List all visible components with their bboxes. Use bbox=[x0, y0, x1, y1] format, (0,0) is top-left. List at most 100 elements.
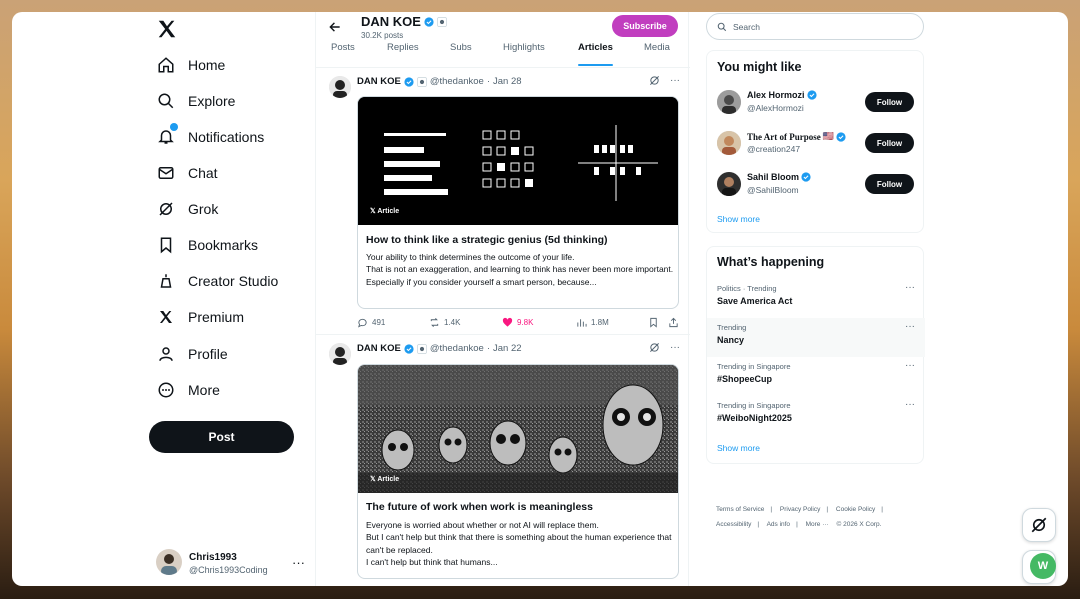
nav-chat[interactable]: Chat bbox=[156, 158, 218, 188]
follow-suggestion[interactable]: Alex Hormozi @AlexHormozi Follow bbox=[717, 89, 917, 117]
grok-icon[interactable] bbox=[649, 75, 660, 89]
nav-more[interactable]: More bbox=[156, 375, 220, 405]
more-dots-icon[interactable]: ··· bbox=[905, 321, 915, 332]
suggestion-name[interactable]: Sahil Bloom bbox=[747, 172, 799, 182]
repost-button[interactable]: 1.4K bbox=[429, 317, 460, 328]
nav-home[interactable]: Home bbox=[156, 50, 225, 80]
footer-link[interactable]: More ··· bbox=[806, 521, 829, 528]
left-nav: Home Explore Notifications Chat Grok Boo… bbox=[148, 12, 318, 586]
nav-bookmarks[interactable]: Bookmarks bbox=[156, 230, 258, 260]
avatar[interactable] bbox=[717, 131, 741, 155]
tweet-article[interactable]: DAN KOE @thedankoe · Jan 22 ··· 𝕏 Articl… bbox=[316, 336, 690, 586]
nav-label: Notifications bbox=[188, 129, 265, 145]
trend-context: Trending in Singapore bbox=[717, 401, 791, 410]
search-input[interactable]: Search bbox=[706, 13, 924, 40]
tab-media[interactable]: Media bbox=[644, 42, 670, 66]
panel-title: What’s happening bbox=[717, 255, 825, 269]
show-more-link[interactable]: Show more bbox=[717, 214, 760, 224]
grok-float-button[interactable] bbox=[1022, 508, 1056, 542]
copyright: © 2026 X Corp. bbox=[836, 521, 882, 528]
nav-notifications[interactable]: Notifications bbox=[156, 122, 264, 152]
share-button[interactable] bbox=[668, 317, 679, 328]
verified-icon bbox=[404, 343, 414, 354]
post-button[interactable]: Post bbox=[149, 421, 294, 453]
subscribe-button[interactable]: Subscribe bbox=[612, 15, 678, 37]
notification-badge bbox=[170, 123, 178, 131]
avatar[interactable] bbox=[329, 343, 351, 365]
views-button[interactable]: 1.8M bbox=[576, 317, 609, 328]
trend-item[interactable]: Trending Nancy ··· bbox=[707, 318, 925, 357]
tweet-date[interactable]: Jan 22 bbox=[493, 343, 522, 354]
back-arrow-icon[interactable] bbox=[328, 20, 342, 37]
article-card[interactable]: 𝕏 Article How to think like a strategic … bbox=[357, 96, 679, 309]
bookmark-icon bbox=[650, 317, 657, 328]
excerpt-line: Everyone is worried about whether or not… bbox=[366, 520, 599, 530]
footer-link[interactable]: Ads info bbox=[767, 521, 791, 528]
follow-button[interactable]: Follow bbox=[865, 133, 914, 153]
more-dots-icon[interactable]: ··· bbox=[905, 399, 915, 410]
reply-button[interactable]: 491 bbox=[357, 317, 385, 328]
tab-subs[interactable]: Subs bbox=[450, 42, 472, 66]
trend-item[interactable]: Trending in Singapore #ShopeeCup ··· bbox=[707, 357, 925, 396]
follow-suggestion[interactable]: Sahil Bloom @SahilBloom Follow bbox=[717, 171, 917, 199]
article-card[interactable]: 𝕏 Article The future of work when work i… bbox=[357, 364, 679, 579]
more-dots-icon[interactable]: ··· bbox=[905, 360, 915, 371]
avatar[interactable] bbox=[717, 172, 741, 196]
bell-icon bbox=[156, 123, 178, 147]
author-handle: @thedankoe bbox=[429, 76, 484, 87]
more-dots-icon[interactable]: ··· bbox=[292, 555, 305, 570]
trend-context: Trending in Singapore bbox=[717, 362, 791, 371]
tweet-article[interactable]: DAN KOE @thedankoe · Jan 28 ··· 𝕏 Articl… bbox=[316, 69, 690, 335]
nav-profile[interactable]: Profile bbox=[156, 339, 228, 369]
footer-link[interactable]: Terms of Service bbox=[716, 506, 764, 513]
profile-name: DAN KOE bbox=[361, 14, 421, 29]
tab-highlights[interactable]: Highlights bbox=[503, 42, 545, 66]
verified-icon bbox=[424, 16, 434, 27]
grok-icon[interactable] bbox=[649, 342, 660, 356]
suggestion-name[interactable]: The Art of Purpose bbox=[747, 132, 821, 142]
more-dots-icon[interactable]: ··· bbox=[670, 342, 680, 356]
repost-count: 1.4K bbox=[444, 318, 461, 327]
suggestion-handle: @AlexHormozi bbox=[747, 103, 804, 113]
footer-link[interactable]: Cookie Policy bbox=[836, 506, 875, 513]
excerpt-line: Your ability to think determines the out… bbox=[366, 252, 575, 262]
suggestion-name-row: Alex Hormozi bbox=[747, 90, 817, 100]
dot-separator: · bbox=[486, 343, 491, 354]
tweet-date[interactable]: Jan 28 bbox=[493, 76, 522, 87]
tab-replies[interactable]: Replies bbox=[387, 42, 419, 66]
article-tag: 𝕏 Article bbox=[370, 476, 400, 483]
author-name[interactable]: DAN KOE bbox=[357, 343, 401, 354]
show-more-link[interactable]: Show more bbox=[717, 443, 760, 453]
bookmark-button[interactable] bbox=[648, 317, 659, 328]
extension-badge-icon[interactable]: W bbox=[1030, 553, 1056, 579]
suggestion-name[interactable]: Alex Hormozi bbox=[747, 90, 805, 100]
author-name[interactable]: DAN KOE bbox=[357, 76, 401, 87]
article-title: How to think like a strategic genius (5d… bbox=[366, 234, 608, 246]
avatar[interactable] bbox=[717, 90, 741, 114]
footer-link[interactable]: Privacy Policy bbox=[780, 506, 820, 513]
follow-button[interactable]: Follow bbox=[865, 92, 914, 112]
x-logo-icon[interactable] bbox=[156, 18, 182, 44]
nav-premium[interactable]: Premium bbox=[156, 302, 244, 332]
follow-suggestion[interactable]: The Art of Purpose 🇺🇸 @creation247 Follow bbox=[717, 130, 917, 158]
tab-articles[interactable]: Articles bbox=[578, 42, 613, 66]
more-dots-icon[interactable]: ··· bbox=[670, 75, 680, 89]
like-button[interactable]: 9.8K bbox=[502, 317, 533, 328]
tweet-header: DAN KOE @thedankoe · Jan 22 bbox=[357, 343, 522, 354]
more-dots-icon[interactable]: ··· bbox=[905, 282, 915, 293]
grok-icon bbox=[1031, 517, 1047, 533]
footer-link[interactable]: Accessibility bbox=[716, 521, 751, 528]
nav-explore[interactable]: Explore bbox=[156, 86, 235, 116]
account-switcher[interactable]: Chris1993 @Chris1993Coding ··· bbox=[152, 549, 322, 581]
nav-label: Chat bbox=[188, 165, 218, 181]
avatar[interactable] bbox=[329, 76, 351, 98]
nav-label: More bbox=[188, 382, 220, 398]
nav-creator-studio[interactable]: Creator Studio bbox=[156, 266, 278, 296]
trend-item[interactable]: Trending in Singapore #WeiboNight2025 ··… bbox=[707, 396, 925, 435]
tab-posts[interactable]: Posts bbox=[331, 42, 355, 66]
trend-item[interactable]: Politics · Trending Save America Act ··· bbox=[707, 279, 925, 318]
reply-count: 491 bbox=[372, 318, 386, 327]
follow-button[interactable]: Follow bbox=[865, 174, 914, 194]
creator-studio-icon bbox=[156, 271, 176, 291]
nav-grok[interactable]: Grok bbox=[156, 194, 218, 224]
